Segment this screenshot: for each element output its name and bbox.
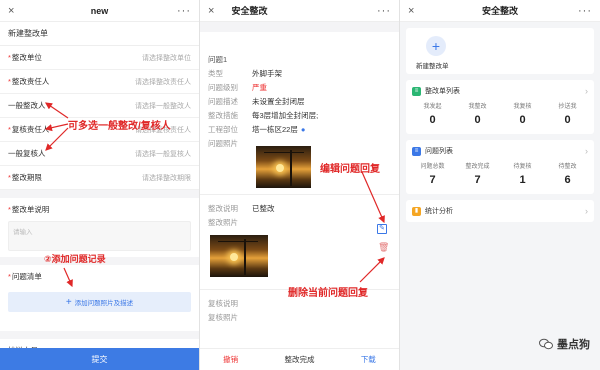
description-input[interactable]: 请输入	[8, 221, 191, 251]
stat-pending-rect[interactable]: 待整改 6	[548, 160, 588, 187]
stat-initiated[interactable]: 我发起 0	[413, 100, 453, 127]
field-general-review[interactable]: 一般复核人 请选择一般复核人	[0, 142, 199, 166]
field-general-rect[interactable]: 一般整改人 请选择一般整改人	[0, 94, 199, 118]
description-section: *整改单说明 请输入	[0, 198, 199, 257]
detail-measure: 整改措施 每3层增加全封闭层;	[208, 110, 319, 120]
rectification-list-card[interactable]: ≡ 整改单列表 › 我发起 0 我整改 0 我复核 0 抄送我 0	[406, 80, 594, 134]
field-placeholder: 请选择一般复核人	[135, 150, 191, 158]
required-mark: *	[8, 125, 11, 134]
more-icon[interactable]: ···	[377, 5, 391, 17]
required-mark: *	[8, 173, 11, 182]
statistics-card[interactable]: ▮ 统计分析 ›	[406, 200, 594, 222]
field-label: 整改期限	[11, 173, 42, 182]
review-photo: 复核照片	[208, 312, 238, 322]
revoke-button[interactable]: 撤销	[223, 354, 238, 365]
form-title: 新建整改单	[0, 22, 199, 46]
more-icon[interactable]: ···	[177, 5, 191, 17]
issue-list-icon: ≡	[412, 146, 421, 156]
rect-photo-label: 整改照片	[208, 217, 238, 227]
field-deadline[interactable]: *整改期限 请选择整改期限	[0, 166, 199, 190]
close-icon[interactable]: ×	[8, 5, 14, 17]
field-placeholder: 请选择整改单位	[142, 54, 191, 62]
close-icon[interactable]: ×	[408, 5, 414, 17]
field-rect-unit[interactable]: *整改单位 请选择整改单位	[0, 46, 199, 70]
card-title: 统计分析	[425, 208, 453, 215]
page-title: 安全整改	[481, 6, 518, 16]
desc-label: 整改单说明	[11, 205, 50, 214]
issue-list-label: 问题清单	[11, 272, 42, 281]
new-rectification-card[interactable]: + 新建整改单	[406, 28, 594, 74]
detail-level: 问题级别 严重	[208, 82, 267, 92]
footer-actions: 撤销 整改完成 下载	[200, 348, 399, 370]
close-icon[interactable]: ×	[208, 5, 214, 17]
plus-icon: +	[426, 36, 446, 56]
new-rectification-panel: × new ··· 新建整改单 *整改单位 请选择整改单位 *整改责任人 请选择…	[0, 0, 200, 370]
chevron-right-icon: ›	[585, 86, 588, 96]
location-pin-icon: ●	[300, 124, 306, 134]
annotation-multi-select: 可多选一般整改/复核人	[68, 121, 171, 132]
top-bar: × 安全整改 ···	[400, 0, 600, 22]
annotation-delete-reply: 删除当前问题回复	[288, 288, 368, 299]
required-mark: *	[8, 53, 11, 62]
detail-description: 问题描述 未设置全封闭层	[208, 96, 305, 106]
add-issue-label: 添加问题照片及描述	[74, 300, 134, 307]
safety-home-panel: × 安全整改 ··· + 新建整改单 ≡ 整改单列表 › 我发起 0 我整改 0 我…	[400, 0, 600, 370]
complete-button[interactable]: 整改完成	[284, 354, 314, 365]
submit-button[interactable]: 提交	[0, 348, 199, 370]
stat-my-rect[interactable]: 我整改 0	[458, 100, 498, 127]
page-title: 安全整改	[231, 6, 268, 16]
card-title: 整改单列表	[425, 88, 460, 95]
page-title: new	[90, 5, 109, 16]
stat-my-review[interactable]: 我复核 0	[503, 100, 543, 127]
top-bar: × 安全整改 ···	[200, 0, 399, 22]
wechat-logo-icon	[539, 338, 553, 350]
rect-desc: 整改说明 已整改	[208, 203, 275, 213]
chevron-right-icon: ›	[585, 146, 588, 156]
annotation-add-record: ②添加问题记录	[44, 254, 106, 264]
issue-heading: 问题1	[208, 54, 228, 64]
field-placeholder: 请选择整改责任人	[135, 78, 191, 86]
required-mark: *	[8, 77, 11, 86]
edit-icon[interactable]: ✎	[377, 224, 387, 234]
field-label: 一般整改人	[8, 101, 46, 110]
trash-icon[interactable]: 🗑	[378, 242, 389, 252]
field-label: 一般复核人	[8, 149, 46, 158]
issue-photo[interactable]	[256, 146, 311, 188]
issue-list-card[interactable]: ≡ 问题列表 › 问题总数 7 整改完成 7 待复核 1 待整改 6	[406, 140, 594, 194]
issue-detail-panel: × 安全整改 ··· 问题1 类型 外脚手架 问题级别 严重 问题描述 未设置全封闭层…	[200, 0, 400, 370]
stat-cc-me[interactable]: 抄送我 0	[548, 100, 588, 127]
required-mark: *	[8, 205, 11, 214]
stat-done[interactable]: 整改完成 7	[458, 160, 498, 187]
field-label: 整改责任人	[11, 77, 50, 86]
required-mark: *	[8, 272, 11, 281]
rectification-photo[interactable]	[210, 235, 268, 277]
detail-location: 工程部位 塔一栋区22层 ●	[208, 124, 306, 134]
annotation-edit-reply: 编辑问题回复	[320, 164, 380, 175]
new-label: 新建整改单	[416, 63, 449, 70]
chart-icon: ▮	[412, 206, 421, 216]
field-label: 复核责任人	[11, 125, 50, 134]
field-label: 整改单位	[11, 53, 42, 62]
card-title: 问题列表	[425, 148, 453, 155]
field-placeholder: 请选择一般整改人	[135, 102, 191, 110]
field-placeholder: 请选择整改期限	[142, 174, 191, 182]
chevron-right-icon: ›	[585, 206, 588, 216]
stat-pending-review[interactable]: 待复核 1	[503, 160, 543, 187]
issue-list-section: *问题清单 + 添加问题照片及描述	[0, 265, 199, 331]
more-icon[interactable]: ···	[578, 5, 592, 17]
download-button[interactable]: 下载	[361, 354, 376, 365]
watermark: 墨点狗	[539, 336, 590, 352]
detail-type: 类型 外脚手架	[208, 68, 282, 78]
add-issue-button[interactable]: + 添加问题照片及描述	[8, 292, 191, 312]
list-icon: ≡	[412, 86, 421, 96]
plus-icon: +	[65, 296, 72, 308]
stat-total[interactable]: 问题总数 7	[413, 160, 453, 187]
field-rect-owner[interactable]: *整改责任人 请选择整改责任人	[0, 70, 199, 94]
top-bar: × new ···	[0, 0, 199, 22]
